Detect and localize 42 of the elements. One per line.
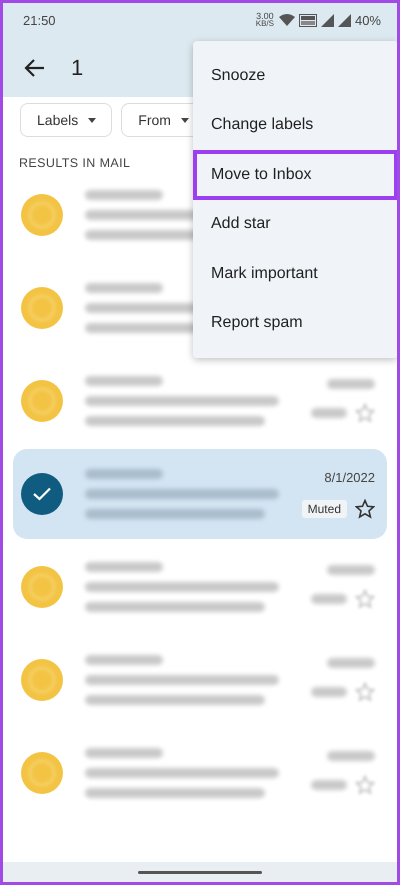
blurred-label	[311, 594, 347, 604]
home-handle[interactable]	[138, 870, 262, 874]
dropdown-icon	[180, 118, 189, 122]
avatar[interactable]	[21, 752, 63, 794]
star-icon[interactable]	[355, 403, 375, 423]
battery-level: 40%	[354, 12, 381, 28]
muted-label: Muted	[302, 500, 347, 518]
filter-chip[interactable]: Labels	[20, 103, 112, 137]
blurred-label	[311, 687, 347, 697]
avatar[interactable]	[21, 566, 63, 608]
star-icon[interactable]	[355, 589, 375, 609]
menu-item[interactable]: Mark important	[193, 249, 397, 298]
signal-icon	[320, 14, 334, 26]
selected-count: 1	[71, 55, 84, 81]
avatar[interactable]	[21, 194, 63, 236]
email-date: 8/1/2022	[324, 470, 375, 484]
menu-item[interactable]: Snooze	[193, 51, 397, 100]
star-icon[interactable]	[355, 775, 375, 795]
avatar[interactable]	[21, 380, 63, 422]
clock: 21:50	[23, 12, 56, 28]
email-row[interactable]: 8/1/2022 Muted	[13, 449, 387, 539]
blurred-label	[311, 780, 347, 790]
network-speed: 3.00 KB/S	[256, 12, 274, 28]
blurred-label	[311, 408, 347, 418]
blurred-date	[327, 379, 375, 389]
blurred-date	[327, 565, 375, 575]
section-title: RESULTS IN MAIL	[19, 156, 130, 170]
menu-item[interactable]: Move to Inbox	[193, 150, 397, 200]
back-button[interactable]	[23, 58, 45, 78]
avatar[interactable]	[21, 287, 63, 329]
signal-icon	[338, 14, 351, 26]
menu-item[interactable]: Add star	[193, 200, 397, 249]
blurred-date	[327, 658, 375, 668]
wifi-icon	[278, 14, 295, 26]
blurred-date	[327, 751, 375, 761]
check-icon[interactable]	[21, 473, 63, 515]
star-icon[interactable]	[355, 498, 375, 518]
menu-item[interactable]: Report spam	[193, 298, 397, 348]
dropdown-icon	[88, 118, 96, 122]
avatar[interactable]	[21, 659, 63, 701]
volte-icon	[298, 14, 317, 26]
star-icon[interactable]	[355, 682, 375, 702]
